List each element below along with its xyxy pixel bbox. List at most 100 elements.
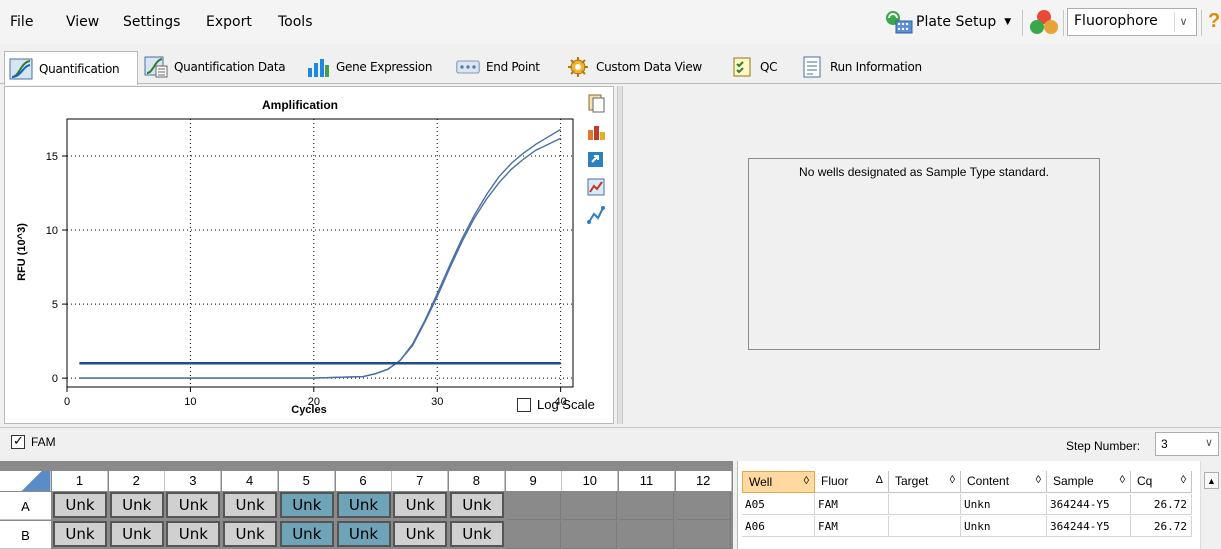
plate-setup-label: Plate Setup xyxy=(916,14,997,30)
plate-column-header[interactable]: 12 xyxy=(675,471,732,491)
plate-well-empty[interactable] xyxy=(676,521,731,549)
fam-checkbox[interactable] xyxy=(11,433,25,449)
tab-label: Custom Data View xyxy=(596,60,702,74)
plate-setup-button[interactable]: Plate Setup ▼ xyxy=(884,8,1011,36)
tab-quantification[interactable]: Quantification xyxy=(4,51,138,85)
plate-column-header[interactable]: 1 xyxy=(52,471,108,491)
plate-well[interactable]: Unk xyxy=(53,492,107,518)
table-header-label: Well xyxy=(749,475,773,489)
table-cell[interactable]: A05 xyxy=(742,494,815,515)
menu-view[interactable]: View xyxy=(66,14,99,30)
table-cell[interactable]: 364244-Y5 xyxy=(1047,494,1131,515)
scroll-up-arrow-icon[interactable]: ▲ xyxy=(1204,472,1219,489)
plate-well[interactable]: Unk xyxy=(336,492,391,518)
plate-well-empty[interactable] xyxy=(676,492,731,520)
plate-well[interactable]: Unk xyxy=(166,492,221,518)
copy-icon[interactable] xyxy=(586,93,606,113)
plate-well[interactable]: Unk xyxy=(279,492,334,518)
tab-run-information[interactable]: Run Information xyxy=(796,51,934,83)
help-icon[interactable]: ? xyxy=(1208,10,1220,33)
fam-toggle[interactable]: FAM xyxy=(11,433,56,449)
table-header-sample[interactable]: Sample ◊ xyxy=(1047,471,1131,493)
table-header-content[interactable]: Content ◊ xyxy=(961,471,1047,493)
export-chart-icon[interactable] xyxy=(586,149,606,169)
table-header-fluor[interactable]: Fluor Δ xyxy=(815,471,889,493)
plate-well[interactable]: Unk xyxy=(393,492,448,518)
plate-well-empty[interactable] xyxy=(506,521,561,549)
table-cell[interactable]: 26.72 xyxy=(1131,494,1192,515)
plate-well[interactable]: Unk xyxy=(223,492,278,518)
tab-custom-data-view[interactable]: Custom Data View xyxy=(562,51,722,83)
sort-icon: ◊ xyxy=(803,475,809,487)
plate-column-header[interactable]: 10 xyxy=(562,471,619,491)
end-point-icon xyxy=(456,60,480,74)
plate-well[interactable]: Unk xyxy=(449,492,504,518)
menu-tools[interactable]: Tools xyxy=(278,14,313,30)
plate-well[interactable]: Unk xyxy=(279,521,334,547)
zoom-chart-icon[interactable] xyxy=(586,177,606,197)
plate-well[interactable]: Unk xyxy=(449,521,504,547)
plate-well-empty[interactable] xyxy=(506,492,561,520)
table-header-target[interactable]: Target ◊ xyxy=(889,471,961,493)
plate-row-header[interactable]: A xyxy=(0,492,51,520)
table-cell[interactable]: FAM xyxy=(815,494,889,515)
plate-column-header[interactable]: 11 xyxy=(619,471,675,491)
chart-settings-icon[interactable] xyxy=(586,121,606,141)
plate-select-all[interactable] xyxy=(0,471,51,491)
table-cell[interactable]: 364244-Y5 xyxy=(1047,516,1131,537)
table-cell[interactable]: FAM xyxy=(815,516,889,537)
plate-well[interactable]: Unk xyxy=(166,521,221,547)
plate-well-empty[interactable] xyxy=(563,492,618,520)
plate-column-header[interactable]: 9 xyxy=(505,471,562,491)
plate-column-header[interactable]: 5 xyxy=(278,471,335,491)
plate-well[interactable]: Unk xyxy=(53,521,107,547)
tab-quantification-data[interactable]: Quantification Data xyxy=(140,51,300,83)
chevron-down-icon: ∨ xyxy=(1174,12,1192,32)
table-scrollbar[interactable]: ▲ xyxy=(1200,461,1221,549)
log-scale-toggle[interactable]: Log Scale xyxy=(517,397,595,412)
fluor-filter-bar: FAM Step Number: 3 ∨ xyxy=(0,427,1221,459)
plate-column-header[interactable]: 4 xyxy=(222,471,279,491)
y-tick-label: 0 xyxy=(52,373,58,385)
menu-settings[interactable]: Settings xyxy=(123,14,180,30)
amplification-chart[interactable]: Amplification 0 10 20 30 40051015 Cycles RFU… xyxy=(5,87,613,423)
plate-column-header[interactable]: 6 xyxy=(335,471,392,491)
standard-curve-message-box: No wells designated as Sample Type stand… xyxy=(748,158,1100,350)
plate-well-empty[interactable] xyxy=(563,521,618,549)
plate-column-header[interactable]: 2 xyxy=(108,471,165,491)
plate-column-header[interactable]: 7 xyxy=(392,471,449,491)
step-number-select[interactable]: 3 ∨ xyxy=(1155,432,1219,456)
plate-column-header[interactable]: 8 xyxy=(448,471,505,491)
plate-well-empty[interactable] xyxy=(620,492,674,520)
log-scale-checkbox[interactable] xyxy=(517,397,531,412)
plate-well-empty[interactable] xyxy=(620,521,674,549)
panel-splitter[interactable] xyxy=(617,86,623,424)
plate-well[interactable]: Unk xyxy=(109,521,164,547)
plate-well[interactable]: Unk xyxy=(109,492,164,518)
plate-well[interactable]: Unk xyxy=(393,521,448,547)
table-cell[interactable] xyxy=(889,494,961,515)
menu-export[interactable]: Export xyxy=(206,14,252,30)
table-cell[interactable]: Unkn xyxy=(961,516,1047,537)
table-cell[interactable]: Unkn xyxy=(961,494,1047,515)
menu-file[interactable]: File xyxy=(10,14,33,30)
y-tick-label: 5 xyxy=(52,299,58,311)
amplification-curve-icon xyxy=(9,58,33,79)
plate-column-header[interactable]: 3 xyxy=(165,471,222,491)
fluorophore-select[interactable]: Fluorophore ∨ xyxy=(1067,8,1197,36)
plate-well[interactable]: Unk xyxy=(223,521,278,547)
table-cell[interactable]: 26.72 xyxy=(1131,516,1192,537)
tab-qc[interactable]: QC xyxy=(726,51,792,83)
table-header-well[interactable]: Well ◊ xyxy=(742,471,815,493)
table-cell[interactable] xyxy=(889,516,961,537)
table-header-cq[interactable]: Cq ◊ xyxy=(1131,471,1192,493)
tab-end-point[interactable]: End Point xyxy=(452,51,560,83)
color-balls-icon[interactable] xyxy=(1027,8,1061,38)
tab-label: End Point xyxy=(486,60,540,74)
tab-gene-expression[interactable]: Gene Expression xyxy=(302,51,450,83)
chart-title: Amplification xyxy=(262,98,338,112)
trace-style-icon[interactable] xyxy=(586,205,606,225)
plate-row-header[interactable]: B xyxy=(0,521,51,549)
plate-well[interactable]: Unk xyxy=(336,521,391,547)
table-cell[interactable]: A06 xyxy=(742,516,815,537)
